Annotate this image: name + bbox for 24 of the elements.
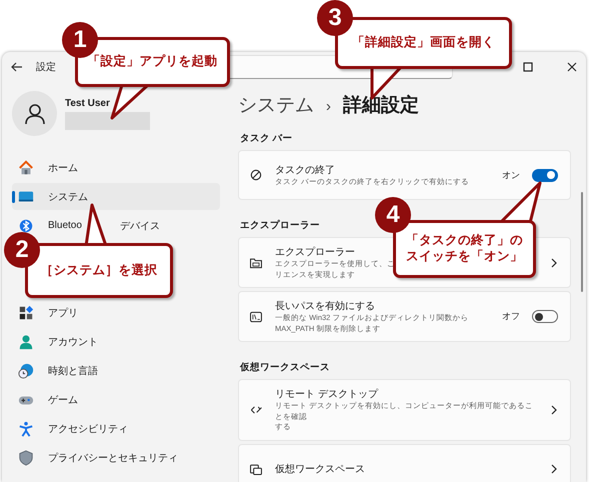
setting-title: 仮想ワークスペース [275, 462, 365, 476]
breadcrumb-separator: › [326, 98, 331, 115]
nav-label: ホーム [48, 162, 78, 174]
section-heading: 仮想ワークスペース [240, 361, 331, 374]
page-title: 詳細設定 [343, 94, 419, 118]
window-title: 設定 [36, 60, 56, 74]
nav-label: 時刻と言語 [48, 364, 98, 378]
nav-label: アカウント [48, 336, 98, 348]
section-heading: エクスプローラー [240, 219, 321, 232]
setting-title: エクスプローラー [275, 246, 355, 259]
nav-label: プライバシーとセキュリティ [48, 452, 178, 464]
toggle-state-label: オン [502, 168, 520, 182]
user-name: Test User [65, 98, 111, 108]
setting-title: 長いパスを有効にする [275, 300, 375, 313]
toggle-state-label: オフ [502, 310, 520, 323]
nav-label: アクセシビリティ [48, 422, 128, 436]
nav-label: システム [48, 190, 88, 204]
nav-label: アプリ [48, 306, 78, 320]
nav-label: ゲーム [48, 394, 78, 406]
nav-label: Bluetoo [48, 220, 82, 231]
setting-title: リモート デスクトップ [275, 388, 378, 401]
setting-title: タスクの終了 [275, 164, 335, 177]
nav-label: デバイス [120, 220, 160, 232]
section-heading: タスク バー [240, 132, 294, 145]
